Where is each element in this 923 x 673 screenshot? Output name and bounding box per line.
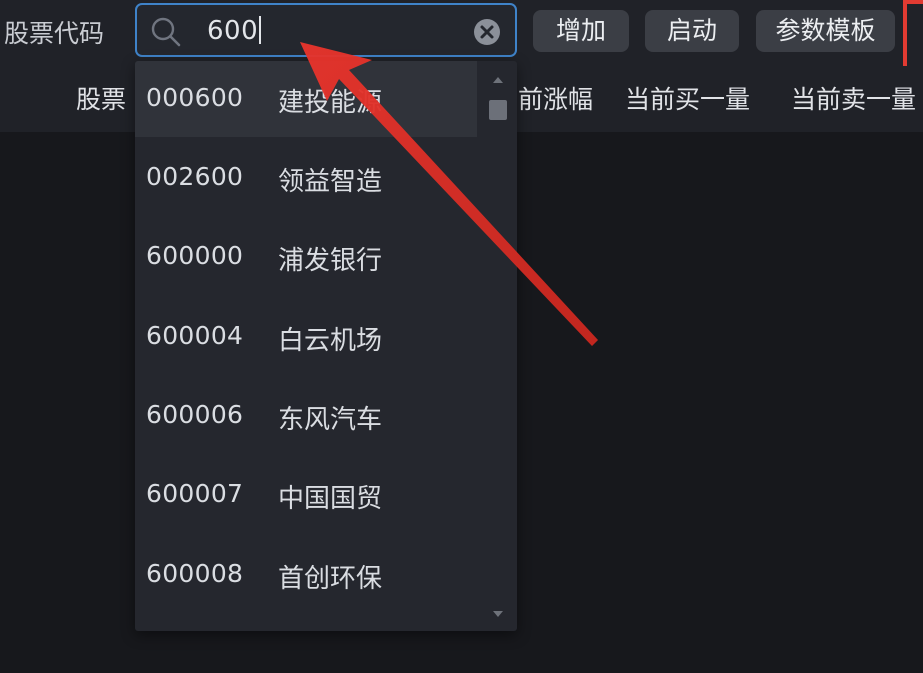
suggestion-item[interactable]: 600006 东风汽车 <box>135 378 477 454</box>
search-input-value[interactable]: 600 <box>207 16 262 46</box>
suggestion-name: 首创环保 <box>278 564 383 594</box>
annotation-highlight-box <box>903 0 923 74</box>
suggestion-code: 600000 <box>146 241 244 270</box>
suggestion-code: 600008 <box>146 559 244 588</box>
suggestion-item[interactable]: 600008 首创环保 <box>135 537 477 613</box>
scroll-thumb[interactable] <box>489 100 507 120</box>
clear-icon[interactable] <box>473 18 501 46</box>
suggestion-item[interactable]: 600007 中国国贸 <box>135 457 477 533</box>
stock-suggestion-dropdown: 000600 建投能源 002600 领益智造 600000 浦发银行 6000… <box>135 61 517 631</box>
suggestion-code: 000600 <box>146 83 244 112</box>
suggestion-name: 建投能源 <box>278 88 383 118</box>
scroll-up-icon[interactable] <box>493 77 503 83</box>
suggestion-code: 600007 <box>146 479 244 508</box>
dropdown-scrollbar[interactable] <box>489 77 509 617</box>
search-icon <box>151 17 181 47</box>
suggestion-name: 中国国贸 <box>278 484 383 514</box>
suggestion-item[interactable]: 002600 领益智造 <box>135 140 477 216</box>
suggestion-code: 002600 <box>146 162 244 191</box>
suggestion-name: 领益智造 <box>278 167 383 197</box>
add-button[interactable]: 增加 <box>533 10 629 52</box>
scroll-down-icon[interactable] <box>493 611 503 617</box>
top-toolbar: 股票代码 600 增加 启动 参数模板 <box>0 0 923 74</box>
stock-code-search-input[interactable]: 600 <box>135 3 517 57</box>
parameter-template-button[interactable]: 参数模板 <box>756 10 895 52</box>
start-button[interactable]: 启动 <box>645 10 739 52</box>
suggestion-name: 浦发银行 <box>278 246 383 276</box>
stock-code-label: 股票代码 <box>4 19 105 48</box>
stock-monitor-window: 股票代码 600 增加 启动 参数模板 股票 前涨幅 当前买一量 当前卖一量 0… <box>0 0 923 673</box>
suggestion-item[interactable]: 600000 浦发银行 <box>135 219 477 295</box>
suggestion-item[interactable]: 600004 白云机场 <box>135 299 477 375</box>
column-header-change[interactable]: 前涨幅 <box>518 80 593 116</box>
suggestion-code: 600004 <box>146 321 244 350</box>
suggestion-name: 白云机场 <box>278 326 383 356</box>
suggestion-name: 东风汽车 <box>278 405 383 435</box>
column-header-stock[interactable]: 股票 <box>76 80 126 116</box>
text-caret <box>259 16 262 44</box>
suggestion-item[interactable]: 000600 建投能源 <box>135 61 477 137</box>
suggestion-code: 600006 <box>146 400 244 429</box>
column-header-sell1-volume[interactable]: 当前卖一量 <box>791 80 916 116</box>
column-header-buy1-volume[interactable]: 当前买一量 <box>625 80 750 116</box>
